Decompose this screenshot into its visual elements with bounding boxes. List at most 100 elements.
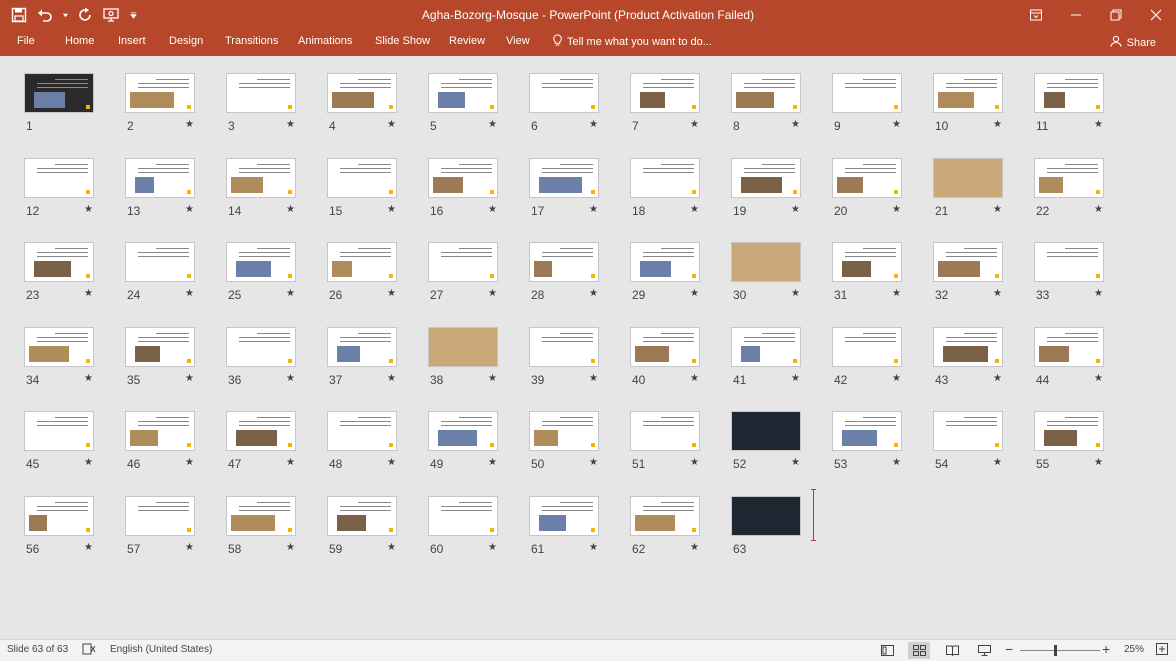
transition-star-icon[interactable]: ★: [791, 457, 800, 468]
transition-star-icon[interactable]: ★: [387, 373, 396, 384]
slide-thumbnail[interactable]: 19 ★: [731, 142, 801, 218]
slide-thumbnail[interactable]: 31 ★: [832, 226, 902, 302]
transition-star-icon[interactable]: ★: [185, 457, 194, 468]
share-button[interactable]: Share: [1106, 33, 1160, 52]
tab-insert[interactable]: Insert: [118, 35, 146, 47]
slide-preview[interactable]: [832, 73, 902, 113]
slide-preview[interactable]: [933, 73, 1003, 113]
slide-preview[interactable]: [529, 326, 599, 367]
transition-star-icon[interactable]: ★: [1094, 204, 1103, 215]
slide-thumbnail[interactable]: 25 ★: [226, 226, 296, 302]
slide-thumbnail[interactable]: 1: [24, 57, 94, 133]
slide-preview[interactable]: [933, 242, 1003, 282]
slide-preview[interactable]: [428, 411, 498, 451]
transition-star-icon[interactable]: ★: [387, 119, 396, 130]
transition-star-icon[interactable]: ★: [1094, 288, 1103, 299]
slide-preview[interactable]: [327, 242, 397, 282]
slide-thumbnail[interactable]: 47 ★: [226, 395, 296, 471]
slide-thumbnail[interactable]: 56 ★: [24, 480, 94, 556]
transition-star-icon[interactable]: ★: [488, 288, 497, 299]
slide-preview[interactable]: [1034, 73, 1104, 113]
slide-preview[interactable]: [125, 157, 195, 198]
slide-thumbnail[interactable]: 20 ★: [832, 142, 902, 218]
slide-preview[interactable]: [933, 326, 1003, 367]
slide-thumbnail[interactable]: 58 ★: [226, 480, 296, 556]
zoom-slider-thumb[interactable]: [1054, 645, 1057, 656]
slide-thumbnail[interactable]: 54 ★: [933, 395, 1003, 471]
slide-thumbnail[interactable]: 7 ★: [630, 57, 700, 133]
slide-thumbnail[interactable]: 63: [731, 480, 801, 556]
slide-preview[interactable]: [327, 326, 397, 367]
tab-design[interactable]: Design: [169, 35, 203, 47]
tab-slide-show[interactable]: Slide Show: [375, 35, 430, 47]
slide-thumbnail[interactable]: 55 ★: [1034, 395, 1104, 471]
transition-star-icon[interactable]: ★: [286, 204, 295, 215]
slide-thumbnail[interactable]: 39 ★: [529, 311, 599, 387]
slide-preview[interactable]: [24, 411, 94, 451]
transition-star-icon[interactable]: ★: [185, 119, 194, 130]
transition-star-icon[interactable]: ★: [993, 119, 1002, 130]
slide-thumbnail[interactable]: 5 ★: [428, 57, 498, 133]
slide-preview[interactable]: [731, 242, 801, 282]
slide-preview[interactable]: [1034, 157, 1104, 198]
transition-star-icon[interactable]: ★: [892, 457, 901, 468]
slide-preview[interactable]: [630, 157, 700, 198]
slide-thumbnail[interactable]: 33 ★: [1034, 226, 1104, 302]
slide-thumbnail[interactable]: 24 ★: [125, 226, 195, 302]
tab-file[interactable]: File: [17, 35, 35, 47]
transition-star-icon[interactable]: ★: [589, 457, 598, 468]
slide-preview[interactable]: [125, 326, 195, 367]
zoom-slider[interactable]: [1020, 650, 1100, 651]
slide-thumbnail[interactable]: 50 ★: [529, 395, 599, 471]
slide-preview[interactable]: [226, 495, 296, 536]
customize-toolbar-icon[interactable]: [126, 4, 140, 26]
slide-thumbnail[interactable]: 15 ★: [327, 142, 397, 218]
slide-preview[interactable]: [327, 157, 397, 198]
transition-star-icon[interactable]: ★: [286, 457, 295, 468]
tell-me-search[interactable]: Tell me what you want to do...: [552, 34, 712, 50]
slide-preview[interactable]: [125, 73, 195, 113]
slide-preview[interactable]: [428, 242, 498, 282]
transition-star-icon[interactable]: ★: [185, 288, 194, 299]
slide-preview[interactable]: [529, 495, 599, 536]
slide-thumbnail[interactable]: 21 ★: [933, 142, 1003, 218]
slide-preview[interactable]: [630, 495, 700, 536]
transition-star-icon[interactable]: ★: [690, 119, 699, 130]
transition-star-icon[interactable]: ★: [387, 457, 396, 468]
slide-preview[interactable]: [327, 495, 397, 536]
transition-star-icon[interactable]: ★: [993, 457, 1002, 468]
slide-thumbnail[interactable]: 38 ★: [428, 311, 498, 387]
undo-dropdown-icon[interactable]: [60, 4, 70, 26]
slide-thumbnail[interactable]: 43 ★: [933, 311, 1003, 387]
save-icon[interactable]: [8, 4, 30, 26]
slide-thumbnail[interactable]: 46 ★: [125, 395, 195, 471]
transition-star-icon[interactable]: ★: [488, 204, 497, 215]
tab-review[interactable]: Review: [449, 35, 485, 47]
slide-thumbnail[interactable]: 41 ★: [731, 311, 801, 387]
slide-thumbnail[interactable]: 62 ★: [630, 480, 700, 556]
slide-thumbnail[interactable]: 45 ★: [24, 395, 94, 471]
slide-preview[interactable]: [327, 73, 397, 113]
slide-preview[interactable]: [428, 326, 498, 367]
slide-preview[interactable]: [630, 411, 700, 451]
slide-thumbnail[interactable]: 34 ★: [24, 311, 94, 387]
slide-preview[interactable]: [731, 326, 801, 367]
slide-preview[interactable]: [24, 326, 94, 367]
transition-star-icon[interactable]: ★: [993, 288, 1002, 299]
ribbon-display-options-icon[interactable]: [1016, 0, 1056, 30]
transition-star-icon[interactable]: ★: [1094, 373, 1103, 384]
transition-star-icon[interactable]: ★: [589, 288, 598, 299]
transition-star-icon[interactable]: ★: [286, 373, 295, 384]
start-slideshow-icon[interactable]: [100, 4, 122, 26]
slide-preview[interactable]: [428, 495, 498, 536]
slide-preview[interactable]: [630, 242, 700, 282]
slide-preview[interactable]: [933, 157, 1003, 198]
slide-preview[interactable]: [226, 73, 296, 113]
slide-preview[interactable]: [933, 411, 1003, 451]
slide-thumbnail[interactable]: 28 ★: [529, 226, 599, 302]
slide-thumbnail[interactable]: 49 ★: [428, 395, 498, 471]
transition-star-icon[interactable]: ★: [1094, 119, 1103, 130]
slide-thumbnail[interactable]: 37 ★: [327, 311, 397, 387]
slide-preview[interactable]: [832, 157, 902, 198]
slide-thumbnail[interactable]: 29 ★: [630, 226, 700, 302]
